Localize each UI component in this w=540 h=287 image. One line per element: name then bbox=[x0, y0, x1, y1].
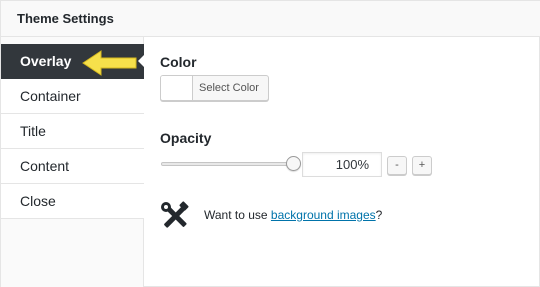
bg-note-prefix: Want to use bbox=[204, 208, 271, 222]
opacity-decrement-button[interactable]: - bbox=[387, 156, 407, 175]
opacity-slider-handle[interactable] bbox=[285, 156, 301, 171]
tab-label-overlay: Overlay bbox=[20, 53, 72, 69]
tools-icon bbox=[161, 201, 189, 228]
tab-label-content: Content bbox=[20, 158, 70, 174]
color-swatch bbox=[161, 76, 193, 100]
tab-content[interactable]: Content bbox=[1, 149, 144, 184]
background-images-note: Want to use background images? bbox=[204, 208, 382, 222]
color-picker-button[interactable]: Select Color bbox=[160, 75, 269, 101]
tab-title[interactable]: Title bbox=[1, 114, 144, 149]
color-label: Color bbox=[160, 54, 197, 70]
tab-label-container: Container bbox=[20, 88, 81, 104]
select-color-label: Select Color bbox=[199, 82, 259, 94]
tab-container[interactable]: Container bbox=[1, 79, 144, 114]
tab-label-close: Close bbox=[20, 193, 56, 209]
opacity-value-input[interactable] bbox=[302, 152, 382, 177]
bg-note-suffix: ? bbox=[375, 208, 383, 222]
panel-header: Theme Settings bbox=[1, 1, 540, 37]
tab-label-title: Title bbox=[20, 123, 46, 139]
background-images-link[interactable]: background images bbox=[271, 208, 376, 222]
opacity-increment-button[interactable]: + bbox=[412, 156, 432, 175]
arrow-left-icon bbox=[82, 50, 137, 76]
opacity-label: Opacity bbox=[160, 130, 212, 146]
panel-title: Theme Settings bbox=[17, 11, 114, 26]
opacity-slider-track[interactable] bbox=[161, 162, 293, 166]
tab-close[interactable]: Close bbox=[1, 184, 144, 219]
opacity-slider-fill bbox=[162, 163, 292, 165]
theme-settings-panel: Theme Settings Overlay Container Title C… bbox=[0, 0, 540, 287]
